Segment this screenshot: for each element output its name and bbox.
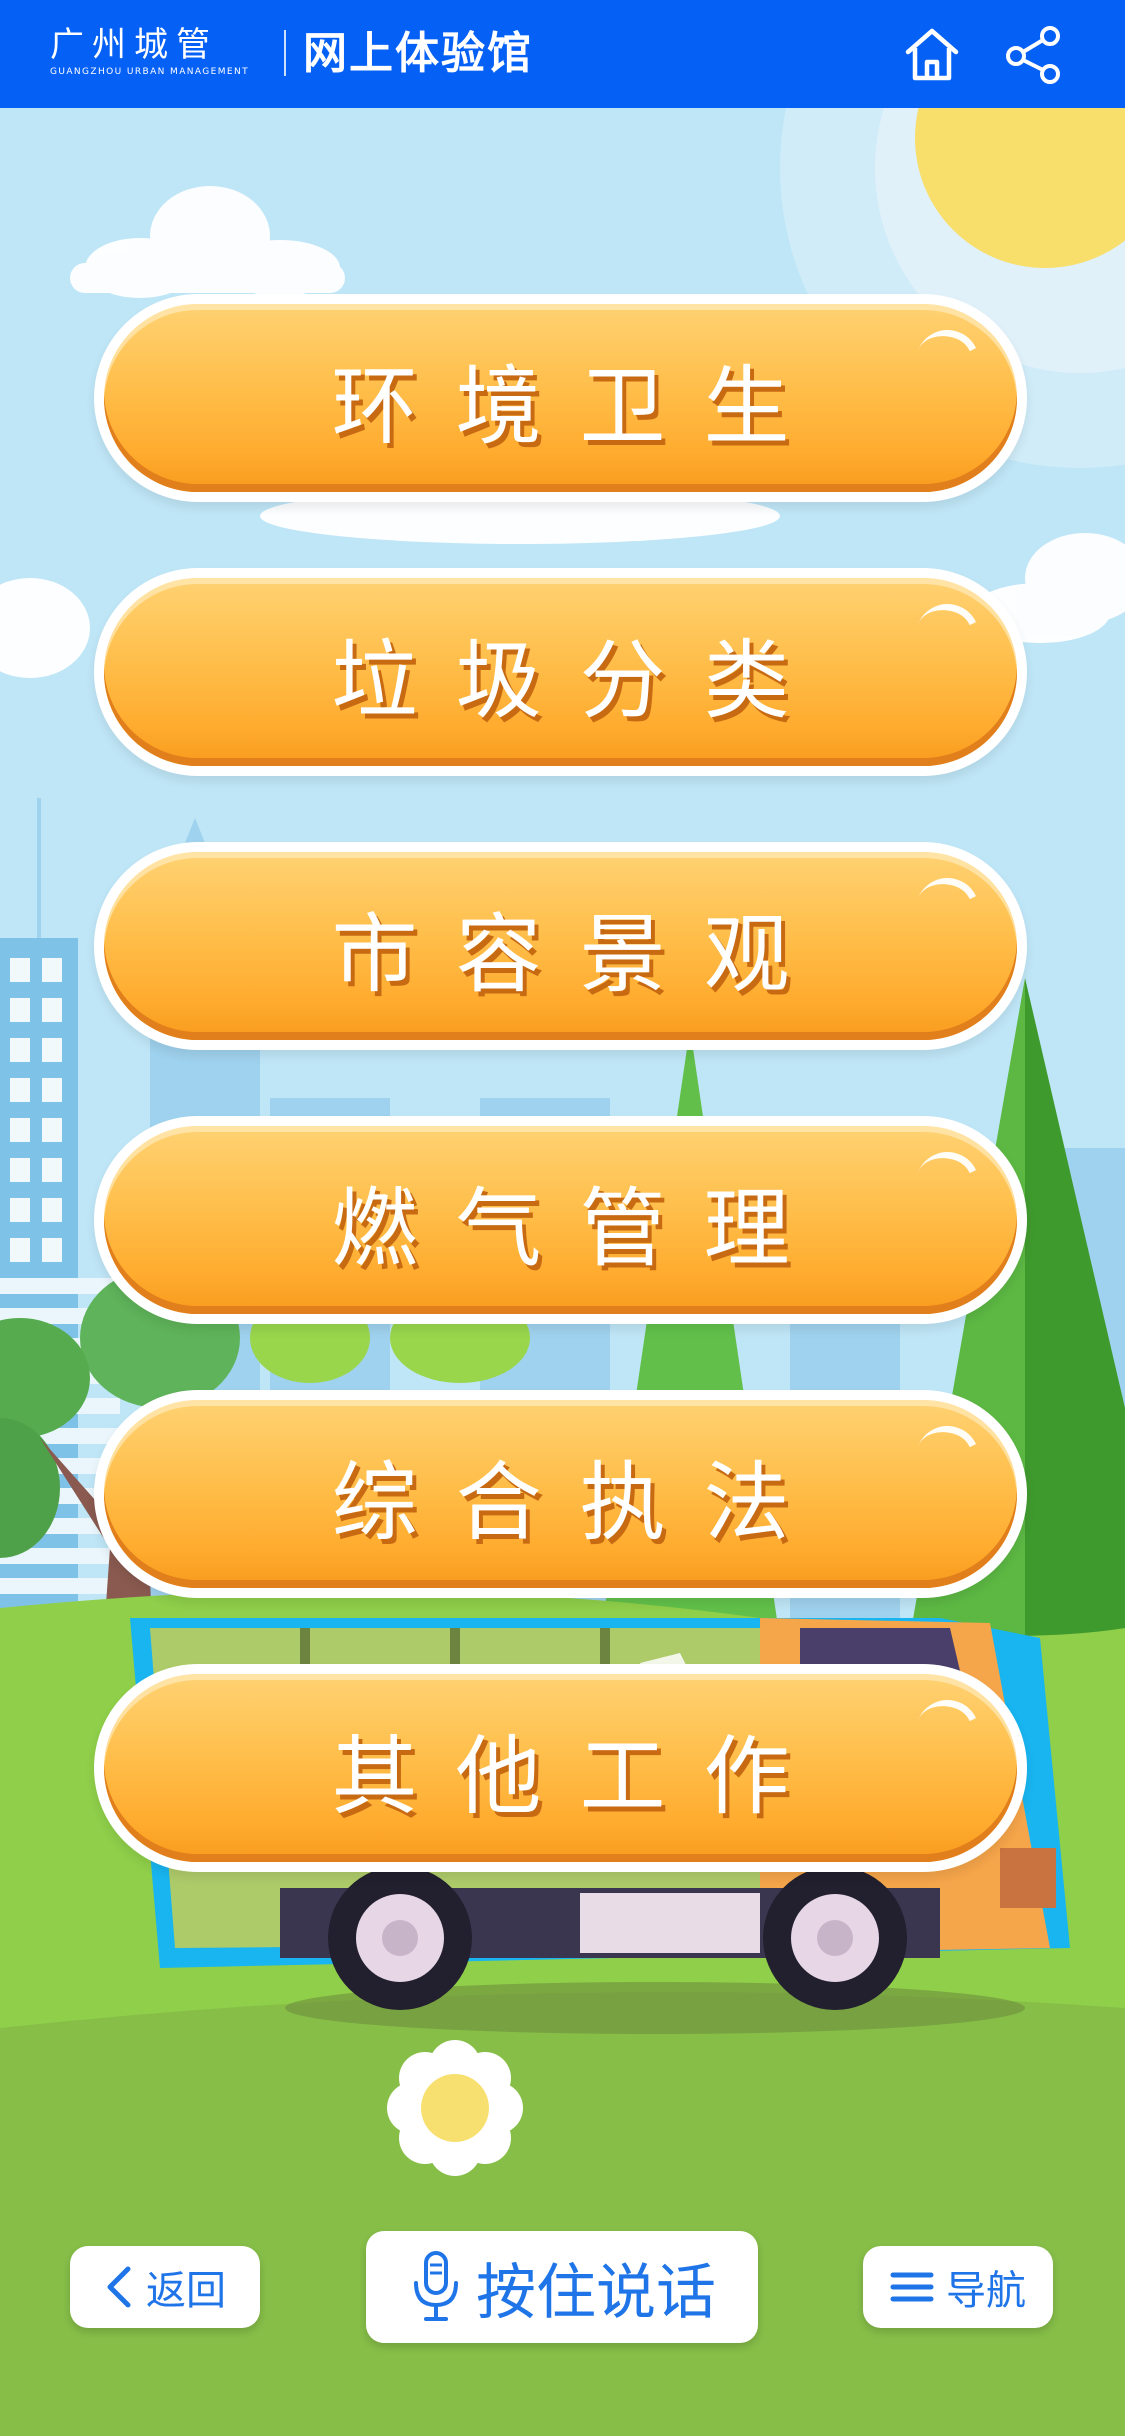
menu-item-environmental-sanitation[interactable]: 环境卫生 [94, 294, 1027, 502]
menu-item-label: 垃圾分类 [331, 630, 828, 731]
brand-name-cn: 广州城管 [50, 25, 218, 65]
menu-item-gas-management[interactable]: 燃气管理 [94, 1116, 1027, 1324]
microphone-icon [414, 2251, 458, 2321]
home-icon [905, 28, 959, 81]
chevron-left-icon [107, 2266, 131, 2308]
menu-item-label: 燃气管理 [331, 1178, 828, 1279]
navigation-button[interactable]: 导航 [863, 2246, 1053, 2328]
menu-item-garbage-sorting[interactable]: 垃圾分类 [94, 568, 1027, 776]
menu-item-label: 综合执法 [331, 1452, 828, 1553]
home-button[interactable] [900, 22, 964, 86]
brand-logo: 广州城管 GUANGZHOU URBAN MANAGEMENT [50, 26, 249, 78]
share-icon [1006, 26, 1060, 84]
navigation-button-label: 导航 [946, 2268, 1026, 2314]
hamburger-icon [890, 2272, 934, 2302]
menu-item-label: 环境卫生 [331, 356, 828, 457]
menu-item-city-landscape[interactable]: 市容景观 [94, 842, 1027, 1050]
page-title: 网上体验馆 [303, 28, 533, 79]
menu-item-other-work[interactable]: 其他工作 [94, 1664, 1027, 1872]
menu-item-law-enforcement[interactable]: 综合执法 [94, 1390, 1027, 1598]
back-button-label: 返回 [146, 2268, 226, 2314]
header-divider [284, 30, 286, 76]
push-to-talk-button[interactable]: 按住说话 [366, 2231, 758, 2343]
share-button[interactable] [1002, 22, 1066, 86]
push-to-talk-label: 按住说话 [476, 2257, 716, 2328]
brand-name-en: GUANGZHOU URBAN MANAGEMENT [50, 67, 250, 77]
menu-item-label: 市容景观 [331, 904, 828, 1005]
back-button[interactable]: 返回 [70, 2246, 260, 2328]
app-header: 广州城管 GUANGZHOU URBAN MANAGEMENT 网上体验馆 [0, 0, 1125, 108]
menu-item-label: 其他工作 [331, 1726, 828, 1827]
